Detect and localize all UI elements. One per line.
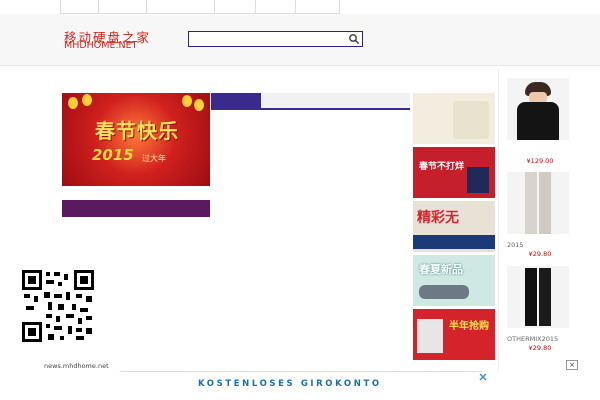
product-name[interactable]: 2015 (507, 241, 573, 250)
tab-1[interactable] (211, 93, 261, 108)
list-item[interactable] (213, 333, 410, 346)
list-item[interactable] (62, 222, 210, 234)
qr-caption (36, 350, 96, 359)
list-item[interactable] (213, 299, 410, 312)
lantern-icon (68, 97, 78, 109)
lantern-icon (82, 94, 92, 106)
list-item[interactable] (213, 218, 410, 231)
list-item[interactable] (213, 200, 410, 213)
list-item[interactable] (213, 251, 410, 264)
banner-year: 2015 (92, 146, 134, 164)
search-box (188, 31, 363, 47)
banner-tagline: 过大年 (142, 154, 166, 163)
list-item[interactable] (213, 348, 410, 361)
product-price: ¥29.80 (528, 344, 552, 352)
festival-banner[interactable]: 春节快乐 2015 过大年 (62, 93, 210, 186)
nav-item-home[interactable] (60, 0, 100, 14)
list-item[interactable] (213, 117, 410, 130)
ad-info-icon[interactable] (478, 372, 488, 382)
list-item[interactable] (213, 134, 410, 147)
qr-code (20, 268, 96, 344)
tab-3[interactable] (311, 93, 361, 108)
ad-tile-3[interactable]: 精彩无 (413, 201, 495, 252)
top-nav (60, 0, 340, 14)
product-image[interactable] (507, 78, 569, 140)
news-tabs (211, 93, 410, 110)
tab-4[interactable] (360, 93, 410, 108)
ad-tile-5[interactable]: 半年抢购 (413, 309, 495, 360)
nav-item-3[interactable] (147, 0, 216, 14)
nav-item-6[interactable] (296, 0, 340, 14)
lantern-icon (194, 99, 204, 111)
product-name[interactable] (507, 147, 573, 156)
search-input[interactable] (191, 33, 341, 45)
bottom-ad-banner[interactable]: KOSTENLOSES GIROKONTO (120, 371, 483, 400)
list-item[interactable] (213, 168, 410, 181)
nav-item-4[interactable] (215, 0, 256, 14)
list-item[interactable] (62, 235, 210, 247)
ad-tile-1[interactable] (413, 93, 495, 144)
list-item[interactable] (62, 248, 210, 260)
nav-item-5[interactable] (256, 0, 296, 14)
product-price: ¥129.00 (526, 157, 554, 165)
nav-item-2[interactable] (99, 0, 148, 14)
product-name[interactable]: OTHERMIX2015 (507, 335, 573, 344)
search-button[interactable] (348, 33, 360, 45)
bottom-left-label (8, 364, 60, 373)
lantern-icon (182, 95, 192, 107)
tab-2[interactable] (261, 93, 311, 108)
product-price: ¥29.80 (528, 250, 552, 258)
ad-tile-4[interactable]: 春夏新品 (413, 255, 495, 306)
ad-tile-2[interactable]: 春节不打烊 (413, 147, 495, 198)
rail-close-button[interactable]: × (566, 360, 578, 370)
list-item[interactable] (213, 283, 410, 296)
site-logo-domain[interactable]: MHDHOME.NET (64, 40, 174, 52)
list-item[interactable] (213, 266, 410, 279)
product-image[interactable] (507, 266, 569, 328)
site-url[interactable]: news.mhdhome.net (44, 362, 164, 371)
search-icon (349, 34, 360, 45)
list-item[interactable] (213, 235, 410, 248)
close-icon: × (569, 361, 575, 369)
list-item[interactable] (213, 316, 410, 329)
product-image[interactable] (507, 172, 569, 234)
ad-headline: KOSTENLOSES GIROKONTO (198, 379, 382, 389)
left-news-header (62, 200, 210, 217)
banner-headline: 春节快乐 (95, 119, 179, 143)
list-item[interactable] (213, 151, 410, 164)
list-item[interactable] (213, 185, 410, 198)
